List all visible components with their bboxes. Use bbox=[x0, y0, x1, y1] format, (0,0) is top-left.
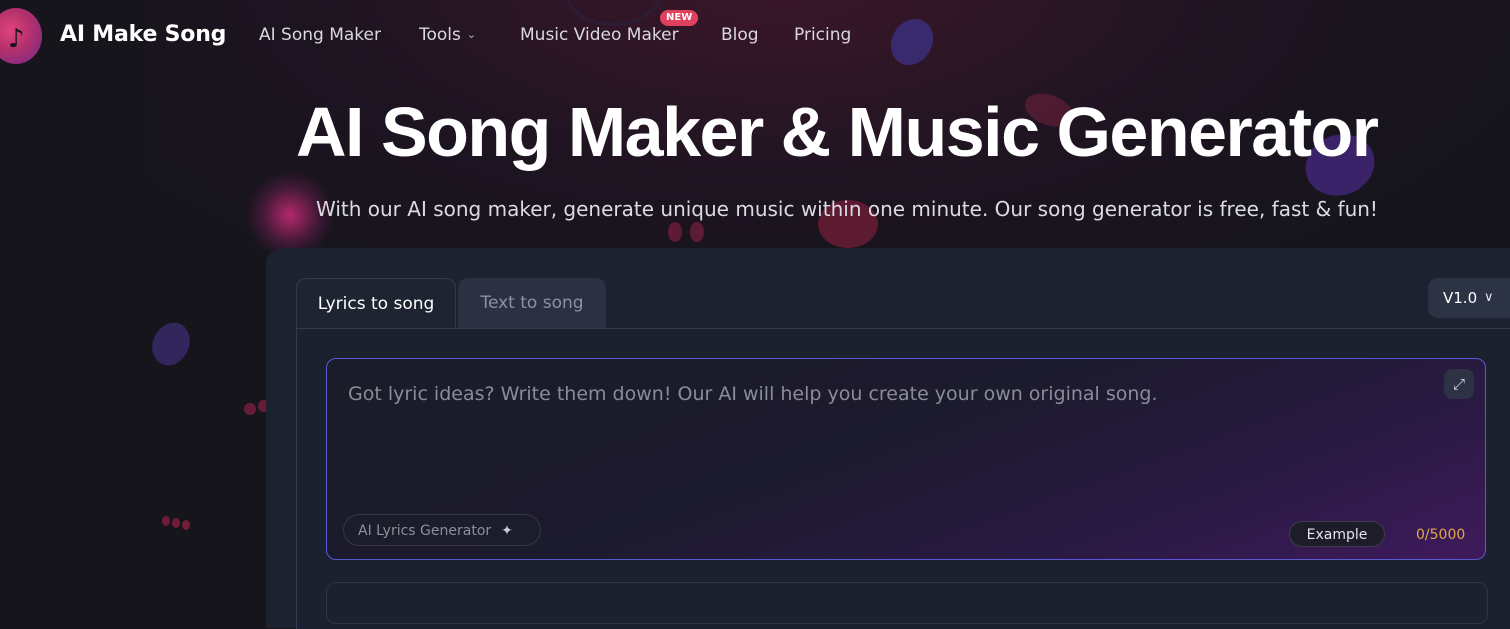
example-button[interactable]: Example bbox=[1289, 521, 1385, 547]
chevron-down-icon: ⌄ bbox=[466, 28, 477, 41]
tab-text-to-song[interactable]: Text to song bbox=[458, 278, 606, 328]
brand-logo[interactable]: ♪ bbox=[0, 8, 42, 64]
nav-tools[interactable]: Tools ⌄ bbox=[419, 25, 476, 45]
new-badge: NEW bbox=[660, 10, 699, 26]
nav-music-video-maker[interactable]: Music Video Maker bbox=[520, 25, 679, 45]
expand-button[interactable]: ⤢ bbox=[1444, 369, 1474, 399]
lyrics-placeholder: Got lyric ideas? Write them down! Our AI… bbox=[348, 383, 1158, 405]
ai-lyrics-generator-label: AI Lyrics Generator bbox=[358, 523, 492, 539]
page-title: AI Song Maker & Music Generator bbox=[296, 93, 1379, 171]
ai-lyrics-generator-button[interactable]: AI Lyrics Generator ✦ bbox=[343, 514, 541, 546]
site-header: ♪ AI Make Song AI Song Maker Tools ⌄ NEW … bbox=[0, 0, 1510, 72]
version-select[interactable]: V1.0 ∨ bbox=[1428, 278, 1510, 318]
tab-lyrics-to-song[interactable]: Lyrics to song bbox=[296, 278, 456, 328]
page-subtitle: With our AI song maker, generate unique … bbox=[316, 197, 1378, 221]
sparkle-icon: ✦ bbox=[501, 523, 513, 539]
next-section-box bbox=[326, 582, 1488, 624]
expand-icon: ⤢ bbox=[1452, 375, 1465, 393]
music-note-icon: ♪ bbox=[8, 24, 25, 54]
nav-ai-song-maker[interactable]: AI Song Maker bbox=[259, 25, 381, 45]
chevron-down-icon: ∨ bbox=[1484, 290, 1494, 305]
brand-name[interactable]: AI Make Song bbox=[60, 22, 226, 47]
nav-blog[interactable]: Blog bbox=[721, 25, 759, 45]
version-label: V1.0 bbox=[1443, 289, 1478, 307]
nav-tools-label: Tools bbox=[419, 25, 461, 45]
char-counter: 0/5000 bbox=[1416, 527, 1466, 543]
nav-pricing[interactable]: Pricing bbox=[794, 25, 851, 45]
